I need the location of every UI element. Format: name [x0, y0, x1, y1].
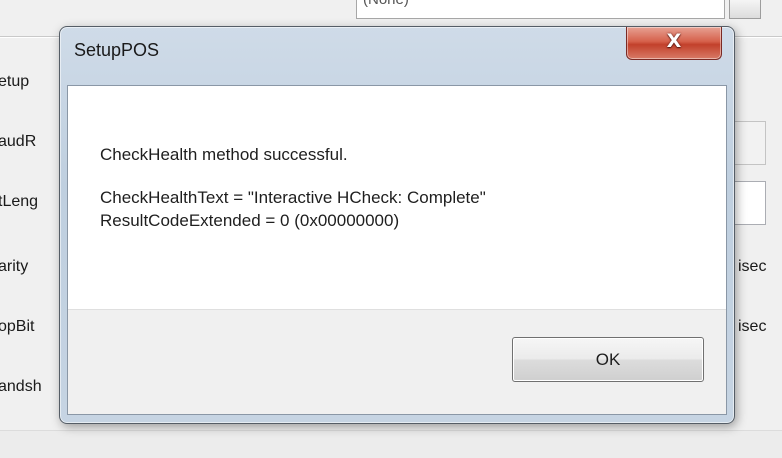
- screen: (None) etup audR tLeng arity opBit andsh…: [0, 0, 782, 458]
- background-combo-box[interactable]: (None): [356, 0, 725, 19]
- background-combo-value: (None): [363, 0, 409, 8]
- close-icon: X: [666, 30, 682, 52]
- ok-button[interactable]: OK: [512, 337, 704, 382]
- message-text: CheckHealth method successful. CheckHeal…: [100, 143, 486, 232]
- dialog-title: SetupPOS: [74, 40, 160, 60]
- label-parity: arity: [0, 258, 29, 275]
- message-line-status: CheckHealth method successful.: [100, 145, 348, 164]
- label-handshake: andsh: [0, 378, 42, 395]
- label-stop-bits: opBit: [0, 318, 35, 335]
- message-line-health-text: CheckHealthText = "Interactive HCheck: C…: [100, 188, 486, 207]
- label-setup: etup: [0, 73, 30, 90]
- message-line-result-code: ResultCodeExtended = 0 (0x00000000): [100, 211, 400, 230]
- background-bottom-bar: [0, 430, 782, 458]
- stop-bits-unit-label: isec: [738, 318, 767, 335]
- parity-unit-label: isec: [738, 258, 767, 275]
- dialog-button-area: OK: [68, 309, 726, 414]
- close-button[interactable]: X: [626, 27, 722, 60]
- label-baud-rate: audR: [0, 133, 37, 150]
- dialog-content: CheckHealth method successful. CheckHeal…: [67, 85, 727, 415]
- label-bit-length: tLeng: [0, 193, 39, 210]
- background-dropdown-button[interactable]: [729, 0, 761, 19]
- message-dialog: SetupPOS X CheckHealth method successful…: [59, 26, 735, 424]
